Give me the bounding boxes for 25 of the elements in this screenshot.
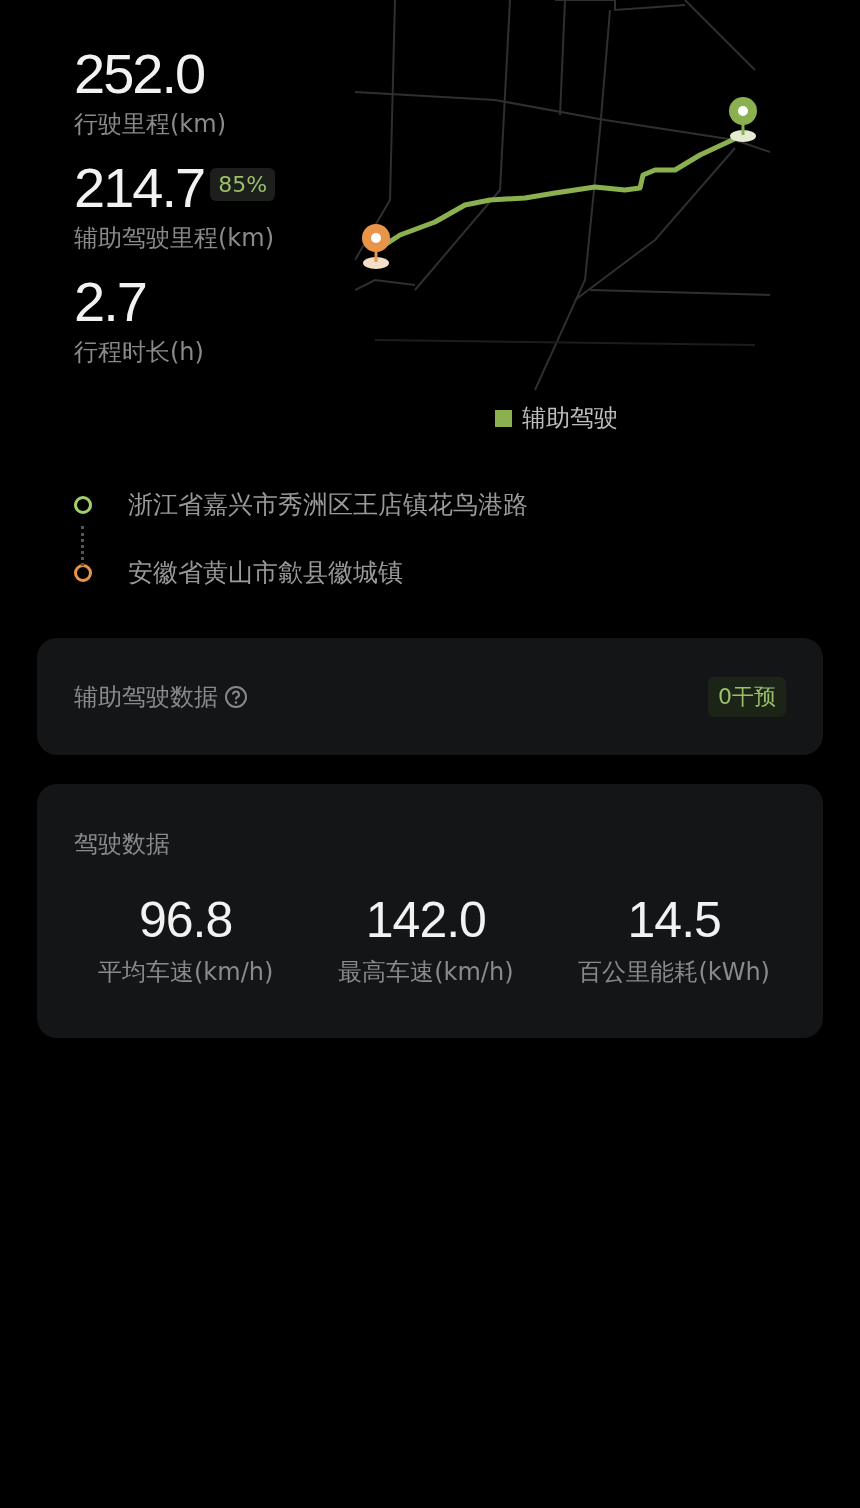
metric-value: 96.8: [139, 891, 233, 950]
stat-label: 行驶里程(km): [74, 109, 227, 140]
metric-label: 百公里能耗(kWh): [578, 957, 770, 988]
address: 浙江省嘉兴市秀洲区王店镇花鸟港路: [128, 490, 528, 520]
percent-badge: 85%: [210, 167, 276, 201]
metric-value: 14.5: [627, 891, 721, 950]
stat-label: 辅助驾驶里程(km): [74, 223, 275, 254]
legend-swatch: [495, 409, 512, 427]
card-title: 驾驶数据: [74, 829, 171, 860]
dotted-connector: [81, 526, 84, 566]
card-title: 辅助驾驶数据: [74, 681, 218, 713]
stat-value: 252.0: [74, 41, 205, 107]
legend-label: 辅助驾驶: [522, 403, 618, 434]
stat-value: 214.7: [74, 155, 205, 221]
intervention-badge: 0干预: [708, 676, 786, 717]
metric-label: 平均车速(km/h): [98, 957, 274, 988]
location-dot-icon: [74, 496, 92, 514]
metric-label: 最高车速(km/h): [338, 957, 514, 988]
metric-value: 142.0: [365, 891, 486, 950]
help-icon[interactable]: [224, 684, 248, 709]
address: 安徽省黄山市歙县徽城镇: [128, 558, 403, 588]
stat-label: 行程时长(h): [74, 337, 205, 368]
location-dot-icon: [74, 564, 92, 582]
stat-value: 2.7: [74, 269, 146, 335]
assist-card[interactable]: 辅助驾驶数据 0干预: [37, 638, 823, 755]
